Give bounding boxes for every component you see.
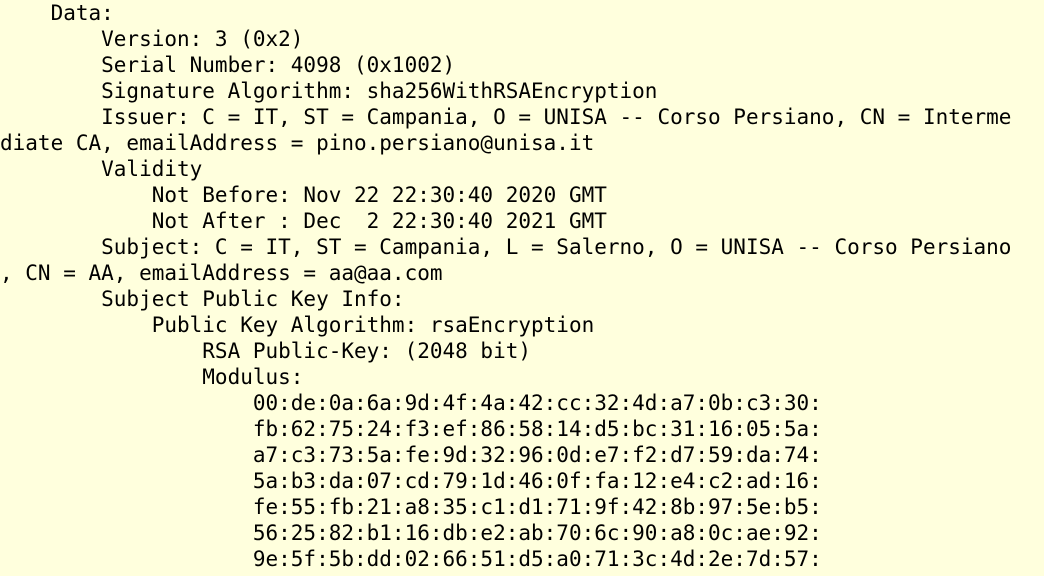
cert-line-issuer-wrap: diate CA, emailAddress = pino.persiano@u…: [0, 131, 595, 155]
cert-line-version: Version: 3 (0x2): [0, 27, 304, 51]
cert-line-modulus-label: Modulus:: [0, 365, 304, 389]
cert-line-modulus-row: 9e:5f:5b:dd:02:66:51:d5:a0:71:3c:4d:2e:7…: [0, 547, 822, 571]
cert-line-modulus-row: fe:55:fb:21:a8:35:c1:d1:71:9f:42:8b:97:5…: [0, 495, 822, 519]
cert-line-signature-algorithm: Signature Algorithm: sha256WithRSAEncryp…: [0, 79, 658, 103]
cert-line-modulus-row: a7:c3:73:5a:fe:9d:32:96:0d:e7:f2:d7:59:d…: [0, 443, 822, 467]
cert-line-not-after: Not After : Dec 2 22:30:40 2021 GMT: [0, 209, 607, 233]
terminal-output: Data: Version: 3 (0x2) Serial Number: 40…: [0, 0, 1044, 576]
cert-line-modulus-row: 00:de:0a:6a:9d:4f:4a:42:cc:32:4d:a7:0b:c…: [0, 391, 822, 415]
cert-line-modulus-row: fb:62:75:24:f3:ef:86:58:14:d5:bc:31:16:0…: [0, 417, 822, 441]
cert-line-modulus-row: 56:25:82:b1:16:db:e2:ab:70:6c:90:a8:0c:a…: [0, 521, 822, 545]
cert-line-subject-public-key-info: Subject Public Key Info:: [0, 287, 405, 311]
cert-line-public-key-algorithm: Public Key Algorithm: rsaEncryption: [0, 313, 595, 337]
cert-line-subject: Subject: C = IT, ST = Campania, L = Sale…: [0, 235, 1012, 259]
cert-line-not-before: Not Before: Nov 22 22:30:40 2020 GMT: [0, 183, 607, 207]
cert-line-serial-number: Serial Number: 4098 (0x1002): [0, 53, 456, 77]
cert-line-subject-wrap: , CN = AA, emailAddress = aa@aa.com: [0, 261, 443, 285]
cert-line-issuer: Issuer: C = IT, ST = Campania, O = UNISA…: [0, 105, 1012, 129]
cert-line-rsa-public-key: RSA Public-Key: (2048 bit): [0, 339, 532, 363]
cert-line-modulus-row: 5a:b3:da:07:cd:79:1d:46:0f:fa:12:e4:c2:a…: [0, 469, 822, 493]
cert-line-data-header: Data:: [0, 1, 114, 25]
cert-line-validity: Validity: [0, 157, 203, 181]
